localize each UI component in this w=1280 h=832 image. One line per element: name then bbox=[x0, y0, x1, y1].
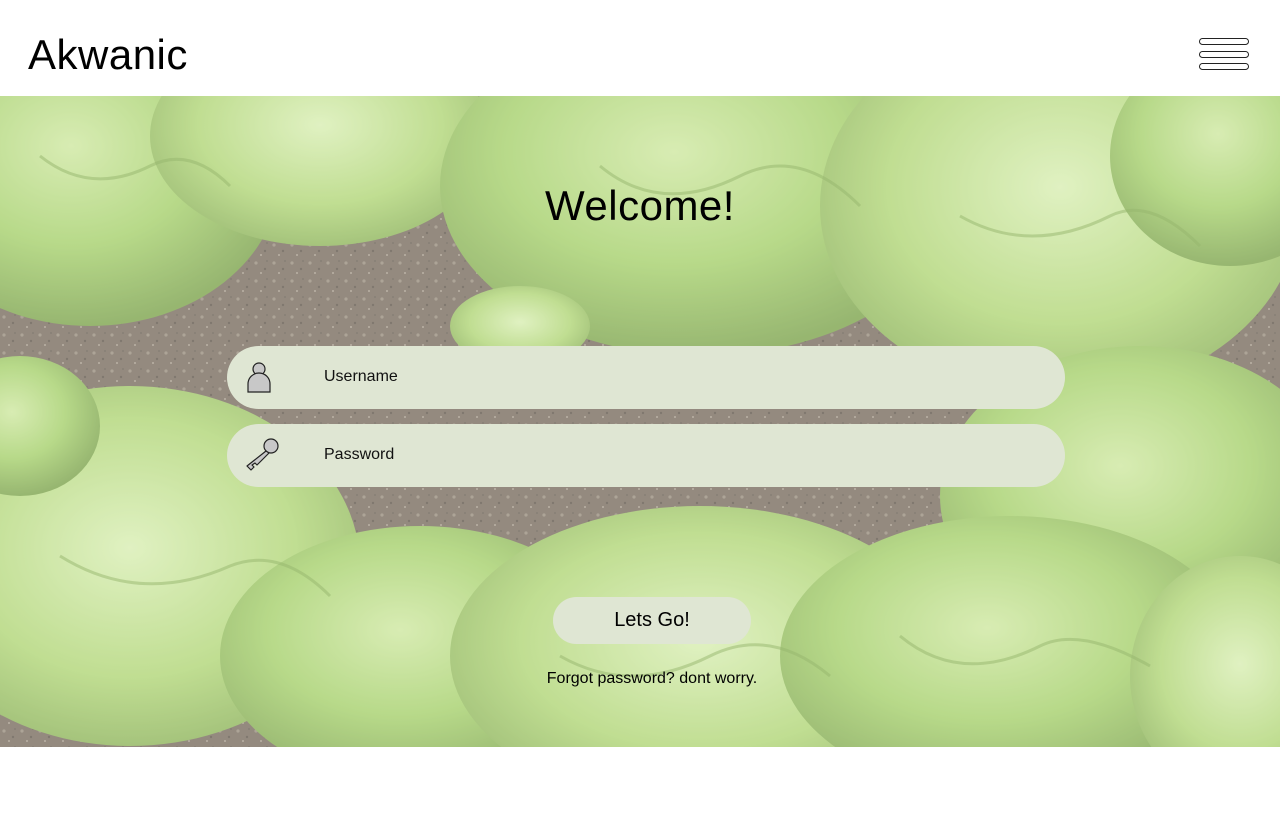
password-placeholder: Password bbox=[324, 446, 395, 463]
user-icon bbox=[241, 358, 281, 398]
hero-section: Welcome! Username Password Lets Go! Forg… bbox=[0, 96, 1280, 747]
forgot-password-link[interactable]: Forgot password? dont worry. bbox=[0, 668, 1280, 690]
welcome-title: Welcome! bbox=[545, 182, 735, 229]
key-icon bbox=[241, 436, 281, 476]
header: Akwanic bbox=[0, 0, 1280, 96]
password-field[interactable]: Password bbox=[227, 424, 1065, 487]
username-placeholder: Username bbox=[324, 368, 398, 385]
menu-button[interactable] bbox=[1198, 37, 1252, 73]
username-field[interactable]: Username bbox=[227, 346, 1065, 409]
lets-go-button[interactable]: Lets Go! bbox=[553, 597, 751, 644]
brand-logo[interactable]: Akwanic bbox=[28, 30, 188, 80]
